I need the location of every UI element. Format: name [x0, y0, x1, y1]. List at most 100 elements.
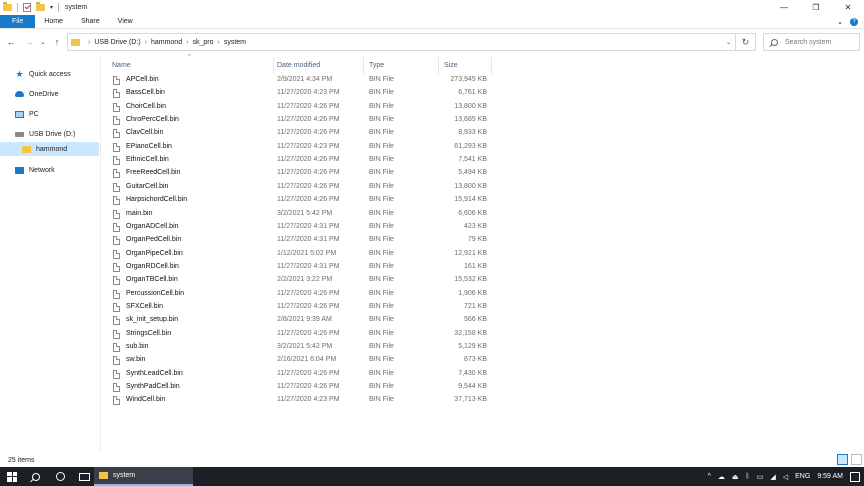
column-header-name[interactable]: Name	[112, 59, 131, 72]
file-icon	[113, 129, 120, 139]
start-button[interactable]	[0, 467, 24, 486]
table-row[interactable]: EthnicCell.bin 11/27/2020 4:26 PM BIN File…	[112, 154, 592, 167]
table-row[interactable]: ChoirCell.bin 11/27/2020 4:26 PM BIN File 1…	[112, 101, 592, 114]
cortana-button[interactable]	[48, 467, 72, 486]
sidebar-item-label: PC	[29, 110, 39, 118]
file-date-modified: 3/2/2021 5:42 PM	[277, 343, 333, 350]
onedrive-tray-icon[interactable]: ☁	[718, 473, 725, 481]
file-type: BIN File	[369, 156, 394, 164]
table-row[interactable]: HarpsichordCell.bin 11/27/2020 4:26 PM BIN…	[112, 194, 592, 207]
customize-toolbar-dropdown[interactable]: ▾	[50, 4, 53, 11]
column-divider[interactable]	[363, 57, 364, 74]
file-name: WindCell.bin	[126, 396, 166, 404]
address-bar[interactable]: › USB Drive (D:) › hammond › sk_pro › sy…	[67, 33, 756, 51]
chevron-right-icon[interactable]: ›	[145, 39, 147, 46]
table-row[interactable]: main.bin 3/2/2021 5:42 PM BIN File 6,606 KB	[112, 208, 592, 221]
tab-share[interactable]: Share	[72, 15, 109, 28]
expand-ribbon-icon[interactable]: ⌄	[837, 18, 843, 26]
table-row[interactable]: EPianoCell.bin 11/27/2020 4:23 PM BIN File…	[112, 141, 592, 154]
table-row[interactable]: OrganRDCell.bin 11/27/2020 4:31 PM BIN Fil…	[112, 261, 592, 274]
sidebar-item-onedrive[interactable]: OneDrive	[0, 87, 99, 101]
table-row[interactable]: SFXCell.bin 11/27/2020 4:26 PM BIN File 721…	[112, 301, 592, 314]
table-row[interactable]: sw.bin 2/16/2021 6:04 PM BIN File 873 KB	[112, 354, 592, 367]
breadcrumb-usb-drive[interactable]: USB Drive (D:)	[94, 39, 140, 46]
close-button[interactable]: ✕	[832, 0, 864, 15]
properties-icon[interactable]	[23, 3, 31, 12]
new-folder-icon[interactable]	[36, 2, 45, 11]
details-view-button[interactable]	[837, 454, 848, 465]
large-icons-view-button[interactable]	[851, 454, 862, 465]
sidebar-item-hammond[interactable]: hammond	[0, 142, 99, 156]
notifications-icon[interactable]	[850, 471, 860, 482]
chevron-right-icon[interactable]: ›	[186, 39, 188, 46]
folder-icon[interactable]	[3, 2, 12, 11]
task-view-button[interactable]	[72, 467, 96, 486]
search-input[interactable]: Search system	[763, 33, 860, 51]
taskbar-app-file-explorer[interactable]: system	[94, 467, 193, 486]
language-indicator[interactable]: ENG	[795, 473, 810, 480]
column-header-type[interactable]: Type	[369, 59, 384, 72]
table-row[interactable]: BassCell.bin 11/27/2020 4:23 PM BIN File 6,…	[112, 87, 592, 100]
help-icon[interactable]: ?	[850, 18, 858, 26]
back-button[interactable]: ←	[2, 37, 20, 47]
table-row[interactable]: GuitarCell.bin 11/27/2020 4:26 PM BIN File…	[112, 181, 592, 194]
file-size: 15,532 KB	[454, 276, 487, 284]
show-hidden-icons-button[interactable]: ^	[708, 473, 711, 480]
column-header-date-modified[interactable]: Date modified	[277, 59, 320, 72]
file-name: BassCell.bin	[126, 89, 165, 97]
recent-locations-button[interactable]: ⌄	[38, 39, 48, 46]
table-row[interactable]: ClavCell.bin 11/27/2020 4:26 PM BIN File 8,…	[112, 127, 592, 140]
network-tray-icon[interactable]: ◢	[770, 473, 775, 481]
table-row[interactable]: sk_init_setup.bin 2/8/2021 9:39 AM BIN Fil…	[112, 314, 592, 327]
file-date-modified: 11/27/2020 4:26 PM	[277, 129, 340, 137]
table-row[interactable]: PercussionCell.bin 11/27/2020 4:26 PM BIN …	[112, 288, 592, 301]
table-row[interactable]: ChroPercCell.bin 11/27/2020 4:26 PM BIN Fi…	[112, 114, 592, 127]
table-row[interactable]: FreeReedCell.bin 11/27/2020 4:26 PM BIN Fi…	[112, 167, 592, 180]
chevron-right-icon[interactable]: ›	[217, 39, 219, 46]
table-row[interactable]: StringsCell.bin 11/27/2020 4:26 PM BIN Fil…	[112, 328, 592, 341]
column-divider[interactable]	[491, 57, 492, 74]
breadcrumb-sk-pro[interactable]: sk_pro	[192, 39, 213, 46]
address-dropdown-icon[interactable]: ⌄	[726, 34, 731, 50]
table-row[interactable]: SynthLeadCell.bin 11/27/2020 4:26 PM BIN F…	[112, 368, 592, 381]
volume-icon[interactable]: ◁	[783, 473, 788, 481]
breadcrumb-hammond[interactable]: hammond	[151, 39, 182, 46]
table-row[interactable]: OrganTBCell.bin 2/2/2021 3:22 PM BIN File 1…	[112, 274, 592, 287]
tab-view[interactable]: View	[109, 15, 142, 28]
breadcrumb-system[interactable]: system	[224, 39, 246, 46]
file-type: BIN File	[369, 222, 394, 230]
file-name: sk_init_setup.bin	[126, 316, 179, 324]
column-divider[interactable]	[273, 57, 274, 74]
column-header-size[interactable]: Size	[444, 59, 458, 72]
minimize-button[interactable]: —	[768, 0, 800, 15]
taskbar-search-button[interactable]	[24, 467, 48, 486]
table-row[interactable]: WindCell.bin 11/27/2020 4:23 PM BIN File 37…	[112, 394, 592, 407]
divider	[17, 3, 18, 12]
star-icon: ★	[15, 68, 24, 79]
eject-icon[interactable]: ⏏	[732, 473, 739, 481]
forward-button[interactable]: →	[20, 37, 38, 47]
table-row[interactable]: APCell.bin 2/9/2021 4:34 PM BIN File 273,94…	[112, 74, 592, 87]
clock[interactable]: 9:59 AM	[817, 473, 843, 480]
sidebar-item-network[interactable]: Network	[0, 163, 99, 177]
sidebar-item-pc[interactable]: PC	[0, 107, 99, 121]
tab-home[interactable]: Home	[35, 15, 72, 28]
up-button[interactable]: ↑	[48, 37, 66, 47]
table-row[interactable]: SynthPadCell.bin 11/27/2020 4:26 PM BIN Fi…	[112, 381, 592, 394]
file-date-modified: 11/27/2020 4:26 PM	[277, 302, 340, 310]
refresh-button[interactable]: ↻	[735, 34, 755, 50]
maximize-button[interactable]: ❐	[800, 0, 832, 15]
file-type: BIN File	[369, 289, 394, 297]
table-row[interactable]: OrganPipeCell.bin 1/12/2021 5:02 PM BIN Fi…	[112, 248, 592, 261]
sidebar-item-usb-drive[interactable]: USB Drive (D:)	[0, 127, 99, 141]
column-divider[interactable]	[438, 57, 439, 74]
tab-file[interactable]: File	[0, 15, 36, 28]
chevron-right-icon[interactable]: ›	[88, 39, 90, 46]
sidebar-item-quick-access[interactable]: ★ Quick access	[0, 67, 99, 81]
table-row[interactable]: sub.bin 3/2/2021 5:42 PM BIN File 5,129 KB	[112, 341, 592, 354]
table-row[interactable]: OrganPedCell.bin 11/27/2020 4:31 PM BIN Fi…	[112, 234, 592, 247]
bluetooth-icon[interactable]: ᛒ	[746, 473, 750, 480]
battery-icon[interactable]: ▭	[757, 473, 764, 481]
table-row[interactable]: OrganADCell.bin 11/27/2020 4:31 PM BIN Fil…	[112, 221, 592, 234]
file-name: StringsCell.bin	[126, 329, 172, 337]
